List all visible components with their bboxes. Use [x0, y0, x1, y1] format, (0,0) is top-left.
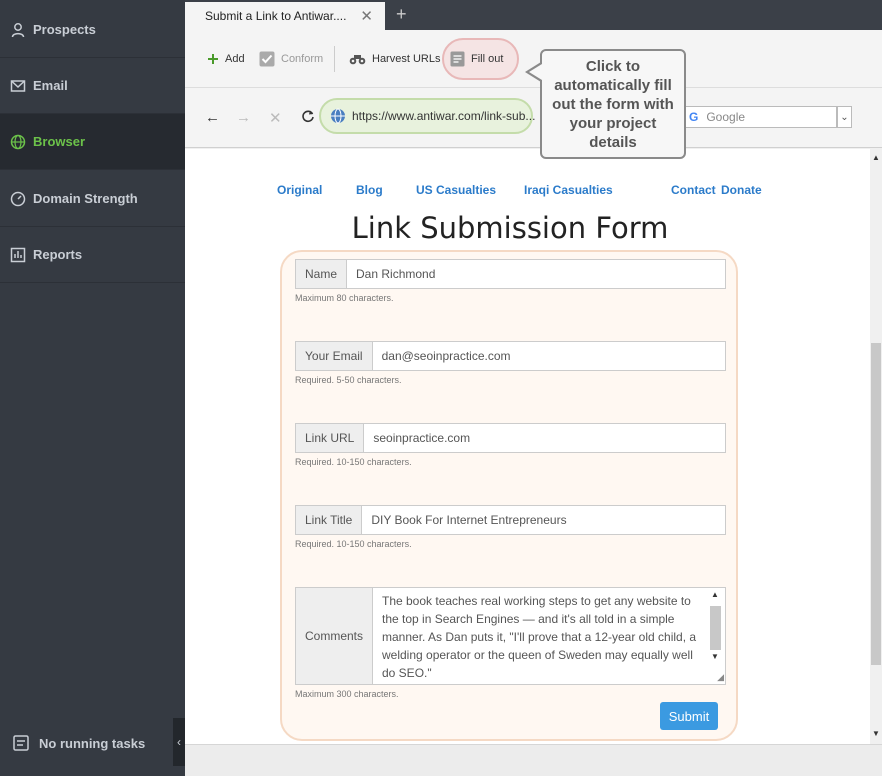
plus-icon — [207, 53, 219, 65]
checkbox-icon — [259, 51, 275, 67]
url-text: https://www.antiwar.com/link-sub... — [352, 109, 536, 123]
sidebar-item-reports[interactable]: Reports — [0, 227, 185, 283]
nav-link-contact[interactable]: Contact — [671, 183, 716, 197]
url-input[interactable]: https://www.antiwar.com/link-sub... — [330, 104, 540, 128]
link-title-label: Link Title — [296, 506, 363, 534]
google-icon: G — [689, 110, 699, 124]
fill-out-tooltip: Click to automatically fill out the form… — [540, 49, 686, 159]
close-icon[interactable]: ✕ — [360, 7, 373, 25]
address-bar: ← → ✕ https://www.antiwar.com/link-sub..… — [185, 88, 882, 148]
chevron-left-icon: ‹ — [177, 735, 181, 749]
search-input[interactable]: G Google — [684, 106, 837, 128]
status-strip — [185, 744, 882, 776]
browser-panel: Submit a Link to Antiwar.... ✕ + Add Con… — [185, 0, 882, 776]
submit-button[interactable]: Submit — [660, 702, 718, 730]
sidebar-collapse-button[interactable]: ‹ — [173, 718, 185, 766]
forward-icon[interactable]: → — [236, 109, 251, 126]
gauge-icon — [10, 191, 26, 207]
sidebar-item-label: Domain Strength — [33, 191, 138, 206]
nav-link-blog[interactable]: Blog — [356, 183, 383, 197]
page-title: Link Submission Form — [351, 211, 669, 245]
tasks-icon — [12, 734, 30, 752]
email-label: Your Email — [296, 342, 373, 370]
scroll-up-icon[interactable]: ▲ — [872, 153, 880, 162]
chevron-down-icon: ⌄ — [840, 111, 849, 123]
nav-link-us-casualties[interactable]: US Casualties — [416, 183, 496, 197]
tab-label: Submit a Link to Antiwar.... — [205, 9, 347, 23]
nav-link-original[interactable]: Original — [277, 183, 322, 197]
search-engine-dropdown[interactable]: ⌄ — [837, 106, 852, 128]
comments-hint: Maximum 300 characters. — [295, 689, 399, 699]
comments-scrollbar[interactable]: ▲ ▼ — [709, 590, 723, 666]
sidebar-item-label: Reports — [33, 247, 83, 262]
add-button[interactable]: Add — [207, 50, 245, 68]
sidebar-item-prospects[interactable]: Prospects — [0, 2, 185, 58]
page-scroll-thumb[interactable] — [871, 343, 881, 665]
report-icon — [10, 247, 26, 263]
comments-label: Comments — [296, 588, 373, 684]
user-icon — [10, 22, 26, 38]
scroll-down-icon[interactable]: ▼ — [872, 729, 880, 738]
reload-icon[interactable] — [301, 109, 315, 127]
tab-bar: Submit a Link to Antiwar.... ✕ + — [185, 0, 882, 30]
callout-pointer-inner — [529, 64, 542, 80]
scroll-down-icon[interactable]: ▼ — [711, 652, 719, 661]
search-placeholder: Google — [706, 110, 746, 124]
comments-value[interactable]: The book teaches real working steps to g… — [373, 588, 725, 684]
toolbar-divider — [334, 46, 335, 72]
sidebar-item-label: Browser — [33, 134, 86, 149]
new-tab-button[interactable]: + — [396, 4, 407, 25]
link-url-label: Link URL — [296, 424, 365, 452]
site-globe-icon — [330, 108, 346, 124]
sidebar-item-label: Email — [33, 78, 68, 93]
email-value: dan@seoinpractice.com — [381, 349, 511, 363]
web-page: Original Blog US Casualties Iraqi Casual… — [185, 149, 870, 744]
link-title-value: DIY Book For Internet Entrepreneurs — [371, 513, 567, 527]
nav-link-iraqi-casualties[interactable]: Iraqi Casualties — [524, 183, 613, 197]
comments-field[interactable]: Comments The book teaches real working s… — [295, 587, 726, 685]
sidebar-item-browser[interactable]: Browser — [0, 114, 185, 170]
nav-link-donate[interactable]: Donate — [721, 183, 762, 197]
tab-antiwar[interactable]: Submit a Link to Antiwar.... ✕ — [185, 2, 385, 30]
sidebar: Prospects Email Browser Domain Strength … — [0, 0, 185, 776]
name-label: Name — [296, 260, 348, 288]
link-url-field[interactable]: Link URL seoinpractice.com — [295, 423, 726, 453]
fill-out-button[interactable]: Fill out — [450, 50, 503, 68]
name-value: Dan Richmond — [356, 267, 436, 281]
name-field[interactable]: Name Dan Richmond — [295, 259, 726, 289]
link-url-hint: Required. 10-150 characters. — [295, 457, 412, 467]
tasks-label: No running tasks — [39, 735, 146, 751]
page-scrollbar[interactable]: ▲ ▼ — [870, 149, 882, 744]
resize-grip-icon[interactable]: ◢ — [717, 672, 724, 683]
binoculars-icon — [349, 53, 366, 65]
running-tasks-status[interactable]: No running tasks — [12, 734, 145, 752]
stop-icon[interactable]: ✕ — [269, 109, 282, 127]
link-title-hint: Required. 10-150 characters. — [295, 539, 412, 549]
sidebar-item-email[interactable]: Email — [0, 58, 185, 114]
back-icon[interactable]: ← — [205, 109, 220, 126]
email-hint: Required. 5-50 characters. — [295, 375, 402, 385]
form-icon — [450, 51, 465, 67]
scroll-up-icon[interactable]: ▲ — [711, 590, 719, 599]
comments-scroll-thumb[interactable] — [710, 606, 721, 650]
link-submission-form: Name Dan Richmond Maximum 80 characters.… — [280, 250, 738, 741]
globe-icon — [10, 134, 26, 150]
harvest-urls-button[interactable]: Harvest URLs — [349, 50, 440, 68]
sidebar-item-domain-strength[interactable]: Domain Strength — [0, 171, 185, 227]
mail-icon — [10, 78, 26, 94]
email-field[interactable]: Your Email dan@seoinpractice.com — [295, 341, 726, 371]
link-title-field[interactable]: Link Title DIY Book For Internet Entrepr… — [295, 505, 726, 535]
name-hint: Maximum 80 characters. — [295, 293, 394, 303]
conform-button[interactable]: Conform — [259, 50, 323, 68]
sidebar-item-label: Prospects — [33, 22, 96, 37]
link-url-value: seoinpractice.com — [373, 431, 471, 445]
